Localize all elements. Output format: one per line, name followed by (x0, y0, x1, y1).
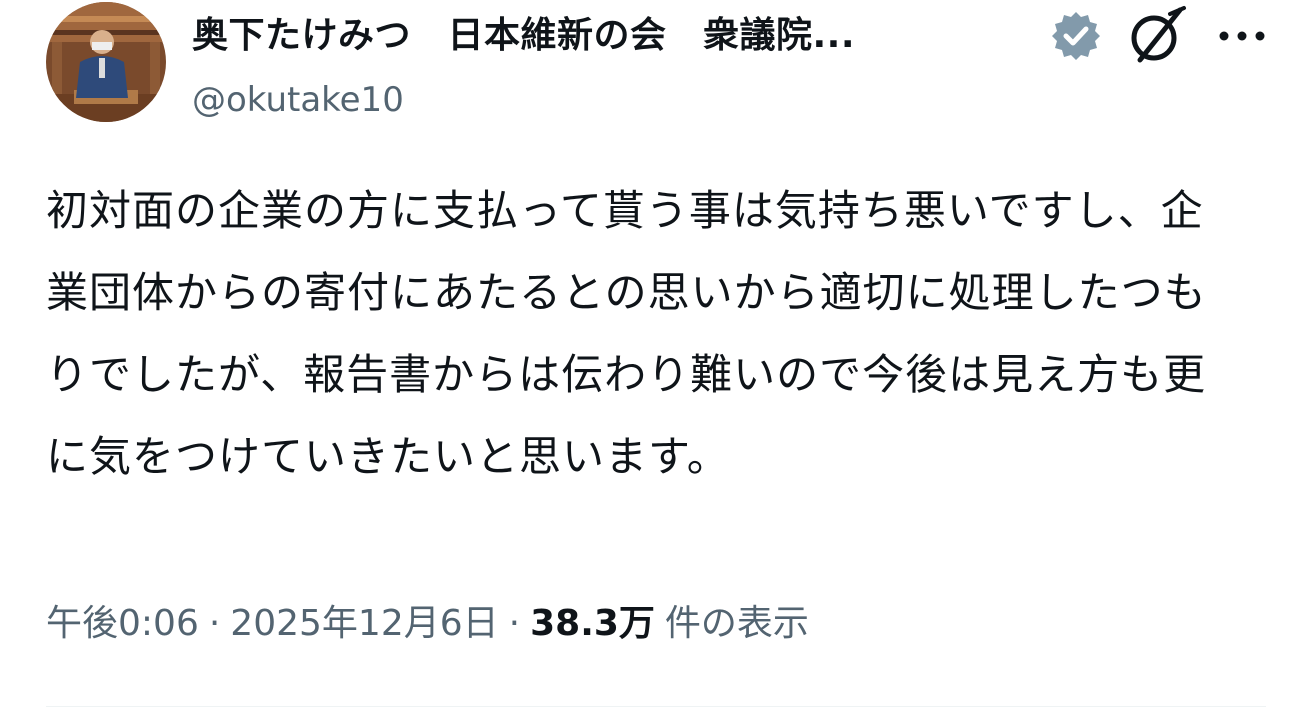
meta-separator: · (508, 603, 521, 644)
verified-badge-icon[interactable] (1050, 10, 1102, 62)
author-handle[interactable]: @okutake10 (192, 72, 1062, 128)
meta-separator: · (208, 603, 221, 644)
tweet-date[interactable]: 2025年12月6日 (230, 603, 498, 644)
divider (46, 706, 1266, 707)
views-label: 件の表示 (664, 603, 809, 644)
tweet-meta: 午後0:06 · 2025年12月6日 · 38.3万 件の表示 (46, 594, 809, 654)
avatar-photo (46, 2, 166, 122)
tweet-time[interactable]: 午後0:06 (46, 603, 199, 644)
views-count[interactable]: 38.3万 (530, 603, 655, 644)
tweet: 奥下たけみつ 日本維新の会 衆議院... @okutake10 初対面の企業の方… (0, 0, 1300, 716)
avatar[interactable] (46, 2, 166, 122)
more-icon[interactable] (1214, 10, 1270, 58)
tweet-header: 奥下たけみつ 日本維新の会 衆議院... @okutake10 (46, 2, 1266, 122)
author-display-name[interactable]: 奥下たけみつ 日本維新の会 衆議院... (192, 6, 1062, 66)
tweet-text: 初対面の企業の方に支払って貰う事は気持ち悪いですし、企業団体からの寄付にあたると… (46, 186, 1207, 481)
grok-icon[interactable] (1126, 4, 1188, 66)
author-info: 奥下たけみつ 日本維新の会 衆議院... @okutake10 (192, 6, 1062, 128)
